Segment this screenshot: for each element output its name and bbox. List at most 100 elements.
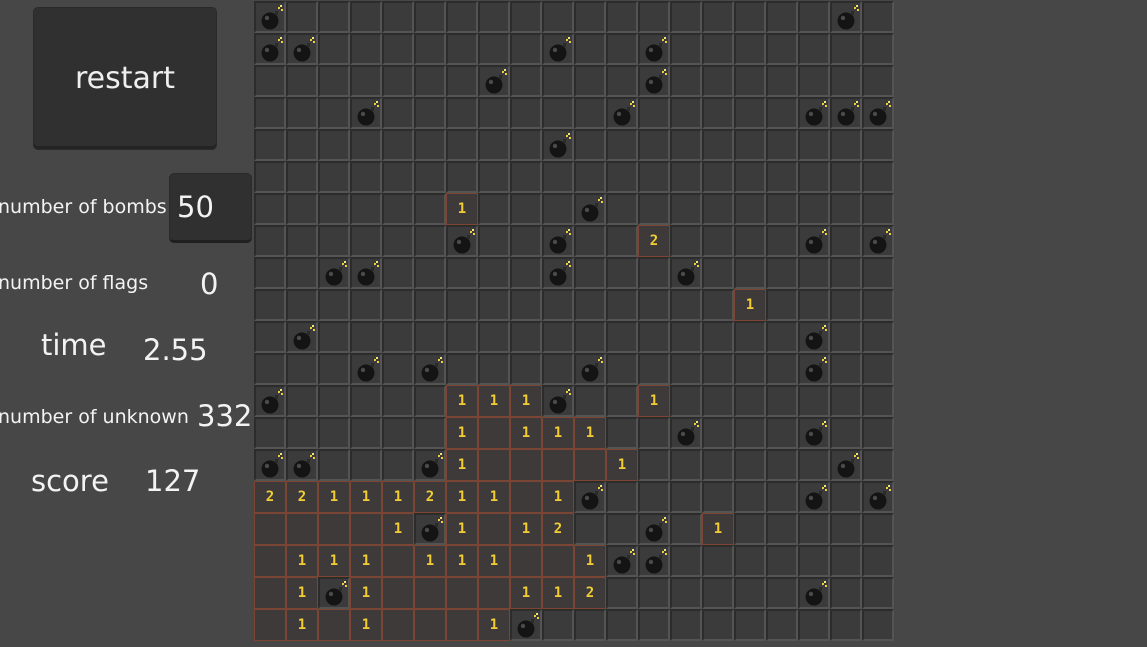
hidden-cell[interactable] — [638, 481, 670, 513]
hidden-cell[interactable] — [350, 385, 382, 417]
hidden-cell[interactable] — [670, 161, 702, 193]
hidden-cell[interactable] — [574, 65, 606, 97]
bomb-cell[interactable] — [318, 257, 350, 289]
hidden-cell[interactable] — [638, 289, 670, 321]
hidden-cell[interactable] — [766, 449, 798, 481]
hidden-cell[interactable] — [606, 33, 638, 65]
open-cell[interactable] — [382, 609, 414, 641]
open-cell[interactable] — [446, 577, 478, 609]
hidden-cell[interactable] — [478, 193, 510, 225]
bomb-cell[interactable] — [638, 33, 670, 65]
hidden-cell[interactable] — [766, 385, 798, 417]
number-cell[interactable]: 1 — [382, 481, 414, 513]
hidden-cell[interactable] — [830, 545, 862, 577]
bomb-cell[interactable] — [286, 33, 318, 65]
hidden-cell[interactable] — [606, 65, 638, 97]
hidden-cell[interactable] — [574, 257, 606, 289]
hidden-cell[interactable] — [830, 513, 862, 545]
hidden-cell[interactable] — [830, 417, 862, 449]
open-cell[interactable] — [542, 545, 574, 577]
hidden-cell[interactable] — [382, 289, 414, 321]
hidden-cell[interactable] — [382, 225, 414, 257]
hidden-cell[interactable] — [798, 385, 830, 417]
bomb-cell[interactable] — [542, 225, 574, 257]
hidden-cell[interactable] — [446, 321, 478, 353]
hidden-cell[interactable] — [702, 1, 734, 33]
hidden-cell[interactable] — [318, 449, 350, 481]
open-cell[interactable] — [574, 449, 606, 481]
hidden-cell[interactable] — [702, 289, 734, 321]
hidden-cell[interactable] — [414, 161, 446, 193]
hidden-cell[interactable] — [638, 353, 670, 385]
hidden-cell[interactable] — [798, 193, 830, 225]
hidden-cell[interactable] — [734, 129, 766, 161]
hidden-cell[interactable] — [734, 321, 766, 353]
hidden-cell[interactable] — [318, 97, 350, 129]
hidden-cell[interactable] — [830, 33, 862, 65]
hidden-cell[interactable] — [766, 129, 798, 161]
bomb-cell[interactable] — [798, 97, 830, 129]
hidden-cell[interactable] — [830, 289, 862, 321]
number-cell[interactable]: 2 — [286, 481, 318, 513]
number-cell[interactable]: 1 — [478, 385, 510, 417]
open-cell[interactable] — [318, 513, 350, 545]
hidden-cell[interactable] — [350, 417, 382, 449]
open-cell[interactable] — [478, 513, 510, 545]
hidden-cell[interactable] — [670, 609, 702, 641]
hidden-cell[interactable] — [574, 609, 606, 641]
hidden-cell[interactable] — [446, 33, 478, 65]
hidden-cell[interactable] — [766, 289, 798, 321]
hidden-cell[interactable] — [606, 577, 638, 609]
hidden-cell[interactable] — [702, 609, 734, 641]
hidden-cell[interactable] — [446, 129, 478, 161]
bomb-cell[interactable] — [798, 417, 830, 449]
hidden-cell[interactable] — [766, 33, 798, 65]
hidden-cell[interactable] — [542, 289, 574, 321]
hidden-cell[interactable] — [414, 33, 446, 65]
bomb-cell[interactable] — [638, 65, 670, 97]
bomb-cell[interactable] — [414, 353, 446, 385]
hidden-cell[interactable] — [510, 161, 542, 193]
hidden-cell[interactable] — [830, 353, 862, 385]
bomb-cell[interactable] — [574, 193, 606, 225]
hidden-cell[interactable] — [350, 129, 382, 161]
number-cell[interactable]: 1 — [510, 577, 542, 609]
bomb-cell[interactable] — [414, 449, 446, 481]
hidden-cell[interactable] — [478, 161, 510, 193]
number-cell[interactable]: 1 — [382, 513, 414, 545]
restart-button[interactable]: restart — [33, 7, 217, 150]
hidden-cell[interactable] — [414, 1, 446, 33]
number-cell[interactable]: 1 — [286, 577, 318, 609]
hidden-cell[interactable] — [478, 129, 510, 161]
hidden-cell[interactable] — [606, 385, 638, 417]
hidden-cell[interactable] — [510, 193, 542, 225]
open-cell[interactable] — [478, 577, 510, 609]
bomb-cell[interactable] — [638, 513, 670, 545]
hidden-cell[interactable] — [670, 321, 702, 353]
hidden-cell[interactable] — [830, 609, 862, 641]
hidden-cell[interactable] — [318, 289, 350, 321]
hidden-cell[interactable] — [734, 65, 766, 97]
open-cell[interactable] — [254, 577, 286, 609]
hidden-cell[interactable] — [574, 1, 606, 33]
hidden-cell[interactable] — [734, 33, 766, 65]
hidden-cell[interactable] — [862, 417, 894, 449]
hidden-cell[interactable] — [670, 353, 702, 385]
hidden-cell[interactable] — [798, 33, 830, 65]
hidden-cell[interactable] — [286, 97, 318, 129]
hidden-cell[interactable] — [574, 97, 606, 129]
hidden-cell[interactable] — [478, 257, 510, 289]
hidden-cell[interactable] — [254, 257, 286, 289]
hidden-cell[interactable] — [574, 129, 606, 161]
hidden-cell[interactable] — [574, 385, 606, 417]
number-cell[interactable]: 1 — [446, 417, 478, 449]
hidden-cell[interactable] — [766, 97, 798, 129]
number-cell[interactable]: 1 — [734, 289, 766, 321]
hidden-cell[interactable] — [734, 353, 766, 385]
number-cell[interactable]: 2 — [542, 513, 574, 545]
hidden-cell[interactable] — [574, 513, 606, 545]
hidden-cell[interactable] — [670, 65, 702, 97]
hidden-cell[interactable] — [254, 417, 286, 449]
hidden-cell[interactable] — [254, 321, 286, 353]
hidden-cell[interactable] — [798, 513, 830, 545]
